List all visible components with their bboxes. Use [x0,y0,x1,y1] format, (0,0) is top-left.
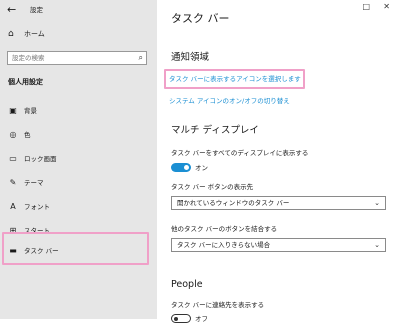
toggle-knob [184,165,189,170]
lock-screen-icon: ▭ [9,154,17,163]
toggle-state-on: オン [195,164,208,172]
title-bar: ← 設定 [0,0,157,20]
sidebar: ← 設定 ⌂ ホーム ⌕ 個人用設定 ▣ 背景 ◎ 色 ▭ ロック画面 ✎ テー… [0,0,157,319]
buttons-show-on-dropdown[interactable]: 開かれているウィンドウのタスク バー ⌄ [171,196,386,210]
sidebar-item-label: 背景 [24,107,37,115]
main-content: □ ✕ [157,0,400,319]
sidebar-item-color[interactable]: ◎ 色 [0,125,157,145]
sidebar-item-label: テーマ [24,179,44,187]
back-arrow-icon[interactable]: ← [7,3,16,17]
maximize-icon[interactable]: □ [362,0,370,14]
combine-buttons-dropdown[interactable]: タスク バーに入りきらない場合 ⌄ [171,238,386,252]
sidebar-item-background[interactable]: ▣ 背景 [0,101,157,121]
theme-icon: ✎ [9,178,17,187]
notification-area-heading: 通知領域 [171,52,210,63]
search-box[interactable]: ⌕ [7,51,147,65]
home-label: ホーム [24,30,45,38]
sidebar-item-themes[interactable]: ✎ テーマ [0,173,157,193]
sidebar-item-label: フォント [24,203,50,211]
search-input[interactable] [12,52,122,64]
page-title: タスク バー [171,12,230,25]
show-all-displays-label: タスク バーをすべてのディスプレイに表示する [171,149,309,157]
app-title: 設定 [30,6,43,14]
select-taskbar-icons-link[interactable]: タスク バーに表示するアイコンを選択します [169,74,301,84]
palette-icon: ◎ [9,130,17,139]
system-icons-toggle-link[interactable]: システム アイコンのオン/オフの切り替え [169,96,290,106]
dropdown-value: タスク バーに入りきらない場合 [177,241,271,249]
sidebar-item-fonts[interactable]: A フォント [0,197,157,217]
dropdown-value: 開かれているウィンドウのタスク バー [177,199,290,207]
buttons-show-on-label: タスク バー ボタンの表示先 [171,183,254,191]
people-heading: People [171,279,203,290]
chevron-down-icon: ⌄ [374,241,380,249]
home-nav-item[interactable]: ⌂ ホーム [0,25,157,43]
sidebar-item-label: 色 [24,131,31,139]
sidebar-item-lock-screen[interactable]: ▭ ロック画面 [0,149,157,169]
close-icon[interactable]: ✕ [383,0,390,14]
section-title: 個人用設定 [8,78,43,86]
show-contacts-label: タスク バーに連絡先を表示する [171,301,265,309]
multi-display-heading: マルチ ディスプレイ [171,125,259,136]
chevron-down-icon: ⌄ [374,199,380,207]
sidebar-item-label: ロック画面 [24,155,57,163]
taskbar-highlight-box [2,232,149,265]
combine-buttons-label: 他のタスク バーのボタンを結合する [171,225,278,233]
search-icon[interactable]: ⌕ [139,52,143,64]
show-all-displays-toggle[interactable] [171,163,191,172]
font-icon: A [10,202,16,211]
toggle-state-off: オフ [195,315,208,323]
home-icon: ⌂ [8,29,14,39]
image-icon: ▣ [9,106,17,115]
